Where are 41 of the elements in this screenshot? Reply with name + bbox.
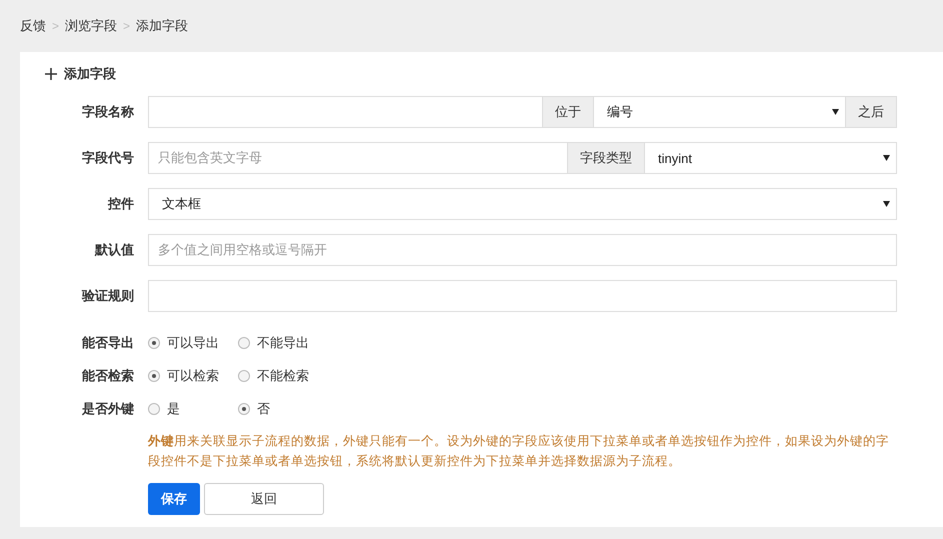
plus-icon: [45, 68, 57, 80]
field-label: 默认值: [94, 241, 134, 259]
input-addon: 位于: [543, 96, 594, 128]
save-button[interactable]: 保存: [148, 483, 200, 515]
input-field[interactable]: [148, 280, 897, 312]
field-label: 字段代号: [81, 149, 134, 167]
breadcrumb-item: 添加字段: [136, 17, 188, 35]
field-label: 控件: [106, 195, 134, 213]
radio-label[interactable]: 不能导出: [257, 334, 309, 352]
foreign-key-note: 外键用来关联显示子流程的数据，外键只能有一个。设为外键的字段应该使用下拉菜单或者单选按钮作为控件，如果设为外键的字段控件不是下拉菜单或者单选按钮，系统将默认更新控件为下拉菜单并选择数据源为子流程。: [148, 433, 890, 470]
radio-button[interactable]: [148, 370, 160, 382]
radio-label[interactable]: 不能检索: [257, 366, 309, 384]
breadcrumb-separator: >: [123, 19, 130, 33]
select-field[interactable]: tinyint: [645, 142, 897, 174]
field-label: 是否外键: [81, 400, 134, 418]
radio-button[interactable]: [148, 336, 160, 348]
breadcrumb-item[interactable]: 浏览字段: [65, 17, 118, 35]
select-field[interactable]: 编号: [594, 96, 846, 128]
field-label: 能否检索: [81, 366, 134, 384]
radio-label[interactable]: 否: [257, 400, 270, 418]
radio-label[interactable]: 可以导出: [167, 334, 219, 352]
radio-button[interactable]: [238, 336, 250, 348]
field-label: 能否导出: [81, 334, 134, 352]
input-addon: 字段类型: [568, 142, 645, 174]
caret-icon: [883, 201, 890, 207]
radio-button[interactable]: [148, 402, 160, 414]
panel-title: 添加字段: [64, 65, 116, 83]
field-label: 验证规则: [80, 287, 134, 305]
radio-label[interactable]: 可以检索: [167, 366, 219, 384]
select-field[interactable]: 文本框: [148, 188, 897, 220]
input-field[interactable]: [148, 96, 543, 128]
breadcrumb-separator: >: [52, 19, 60, 33]
breadcrumb-item[interactable]: 反馈: [20, 17, 46, 35]
back-button[interactable]: 返回: [204, 483, 324, 515]
input-addon: 之后: [846, 96, 897, 128]
caret-icon: [832, 109, 839, 115]
radio-button[interactable]: [238, 402, 250, 414]
caret-icon: [883, 155, 890, 161]
radio-label[interactable]: 是: [167, 400, 180, 418]
radio-button[interactable]: [238, 370, 250, 382]
field-label: 字段名称: [81, 103, 134, 121]
